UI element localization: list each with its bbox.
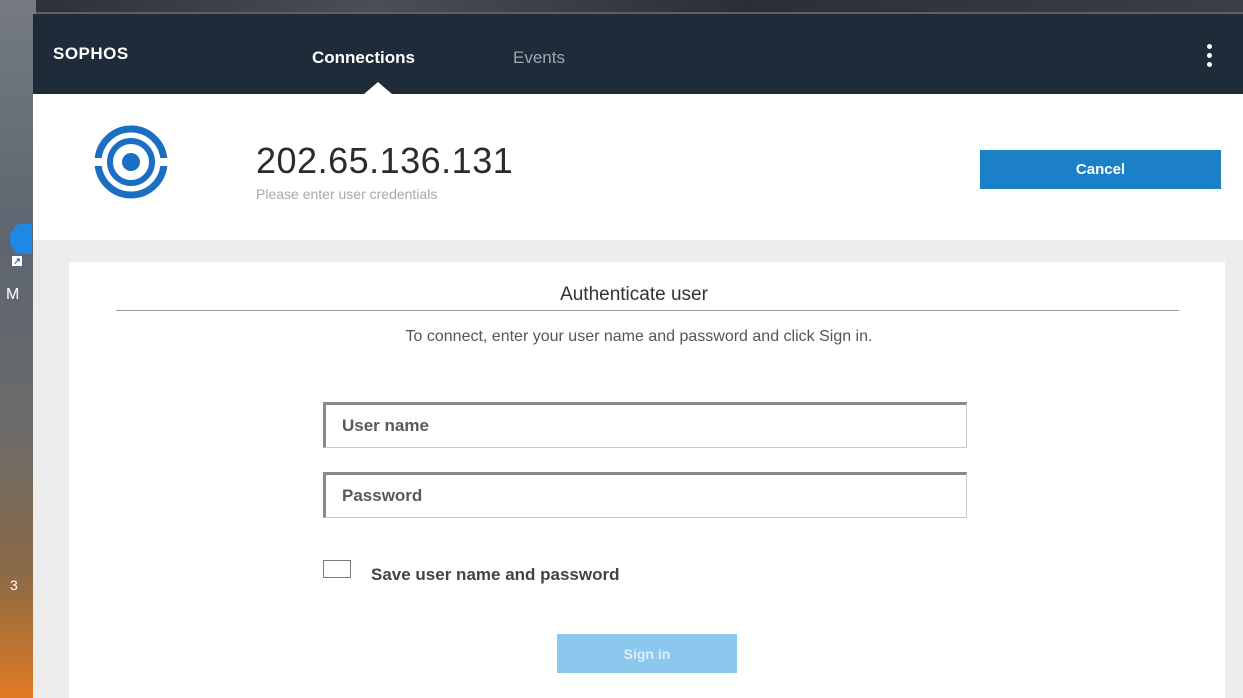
sophos-connect-target-icon <box>93 125 169 199</box>
active-tab-indicator <box>364 82 392 94</box>
password-field[interactable] <box>323 472 967 518</box>
brand-logo-text: SOPHOS <box>53 44 129 63</box>
authenticate-user-panel: Authenticate user To connect, enter your… <box>69 262 1225 698</box>
desktop-shortcut-label: M <box>6 286 20 303</box>
connection-address: 202.65.136.131 <box>256 140 514 181</box>
username-field[interactable] <box>323 402 967 448</box>
tab-events[interactable]: Events <box>513 48 565 68</box>
title-divider <box>116 310 1179 311</box>
cancel-button[interactable]: Cancel <box>980 150 1221 189</box>
save-credentials-checkbox[interactable] <box>323 560 351 578</box>
desktop-background <box>0 0 1243 12</box>
sign-in-button[interactable]: Sign in <box>557 634 737 673</box>
panel-title: Authenticate user <box>560 284 708 305</box>
connection-status-text: Please enter user credentials <box>256 186 438 202</box>
sophos-connect-window: SOPHOS Connections Events 202.65.136.131… <box>33 14 1243 698</box>
desktop-shortcut-icon[interactable]: ↗ <box>4 224 32 266</box>
desktop-edge-glyph: 3 <box>10 577 18 593</box>
kebab-menu-icon[interactable] <box>1205 44 1213 72</box>
top-navigation-bar: SOPHOS Connections Events <box>33 14 1243 94</box>
desktop-wallpaper-strip <box>0 0 36 698</box>
tab-connections[interactable]: Connections <box>312 48 415 68</box>
connection-header: 202.65.136.131 Please enter user credent… <box>33 94 1243 240</box>
panel-instructions: To connect, enter your user name and pas… <box>405 328 873 345</box>
save-credentials-label[interactable]: Save user name and password <box>371 565 620 585</box>
